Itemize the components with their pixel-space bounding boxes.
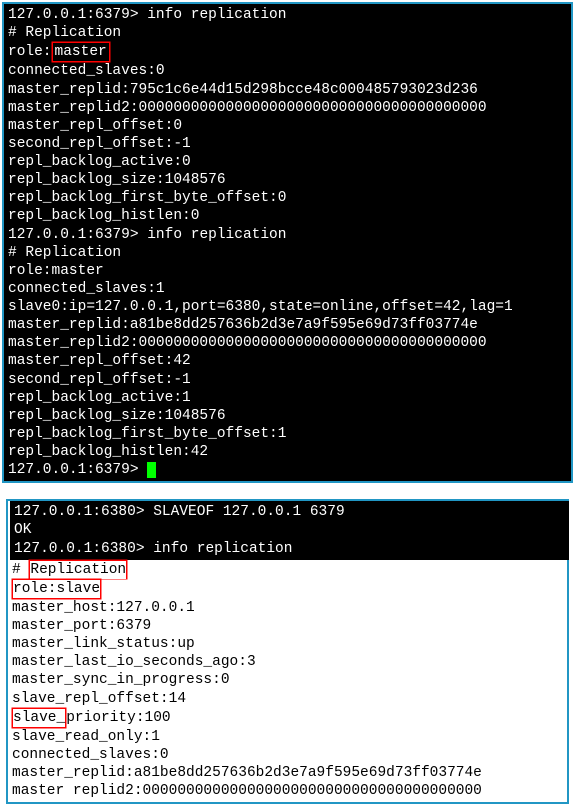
terminal-slave[interactable]: 127.0.0.1:6380> SLAVEOF 127.0.0.1 6379 O… [6,499,569,804]
gap [0,485,575,493]
output-line: repl_backlog_size:1048576 [8,407,571,425]
output-line: connected_slaves:0 [8,62,571,80]
role-highlight: role:slave [12,579,101,599]
output-line: repl_backlog_active:0 [8,153,571,171]
prompt-line: 127.0.0.1:6380> info replication [14,540,565,558]
command: info replication [153,541,292,557]
command: info replication [147,227,286,243]
output-line: connected_slaves:0 [12,746,567,764]
output-line: master_host:127.0.0.1 [12,599,567,617]
output-line: # Replication [12,560,567,579]
output-line: master_repl_offset:42 [8,352,571,370]
prompt: 127.0.0.1:6379> [8,7,147,23]
output-line: master_replid:795c1c6e44d15d298bcce48c00… [8,81,571,99]
output-line: second_repl_offset:-1 [8,371,571,389]
prompt: 127.0.0.1:6380> [14,541,153,557]
output-line: # Replication [8,24,571,42]
output-line: slave_read_only:1 [12,728,567,746]
output-line: role:master [8,42,571,62]
slave-priority-highlight: slave_ [12,708,66,728]
terminal-master-wrapper: 127.0.0.1:6379> info replication # Repli… [2,2,573,483]
prompt: 127.0.0.1:6380> [14,504,153,520]
cursor-icon [147,462,156,478]
replication-highlight: Replication [29,560,127,579]
output-line: master_replid2:0000000000000000000000000… [8,99,571,117]
output-line: master_repl_offset:0 [8,117,571,135]
output-line: repl_backlog_active:1 [8,389,571,407]
terminal-master[interactable]: 127.0.0.1:6379> info replication # Repli… [4,4,571,481]
output-line: master replid2:0000000000000000000000000… [12,782,567,800]
terminal-slave-header: 127.0.0.1:6380> SLAVEOF 127.0.0.1 6379 O… [10,501,569,559]
output-line: second_repl_offset:-1 [8,135,571,153]
output-line: master_replid:a81be8dd257636b2d3e7a9f595… [8,316,571,334]
output-line: slave_repl_offset:14 [12,690,567,708]
output-line: master_link_status:up [12,635,567,653]
output-line: repl_backlog_first_byte_offset:1 [8,425,571,443]
output-line: master_sync_in_progress:0 [12,671,567,689]
output-line: master_last_io_seconds_ago:3 [12,653,567,671]
output-line: slave0:ip=127.0.0.1,port=6380,state=onli… [8,298,571,316]
output-line: # Replication [8,244,571,262]
role-value-highlight: master [52,42,110,62]
prompt: 127.0.0.1:6379> [8,462,147,478]
command: SLAVEOF 127.0.0.1 6379 [153,504,344,520]
prompt-line: 127.0.0.1:6380> SLAVEOF 127.0.0.1 6379 [14,503,565,521]
prompt-line: 127.0.0.1:6379> info replication [8,6,571,24]
role-label: role: [8,44,52,60]
output-line: connected_slaves:1 [8,280,571,298]
output-line: master_port:6379 [12,617,567,635]
output-line: slave_priority:100 [12,708,567,728]
prompt-line: 127.0.0.1:6379> [8,461,571,479]
output-line: role:master [8,262,571,280]
output-line: repl_backlog_histlen:0 [8,207,571,225]
output-line: repl_backlog_histlen:42 [8,443,571,461]
output-line: master_replid:a81be8dd257636b2d3e7a9f595… [12,764,567,782]
command: info replication [147,7,286,23]
prompt-line: 127.0.0.1:6379> info replication [8,226,571,244]
output-line: master_replid2:0000000000000000000000000… [8,334,571,352]
output-line: repl_backlog_first_byte_offset:0 [8,189,571,207]
output-line: role:slave [12,579,567,599]
output-line: OK [14,521,565,539]
prompt: 127.0.0.1:6379> [8,227,147,243]
output-line: repl_backlog_size:1048576 [8,171,571,189]
